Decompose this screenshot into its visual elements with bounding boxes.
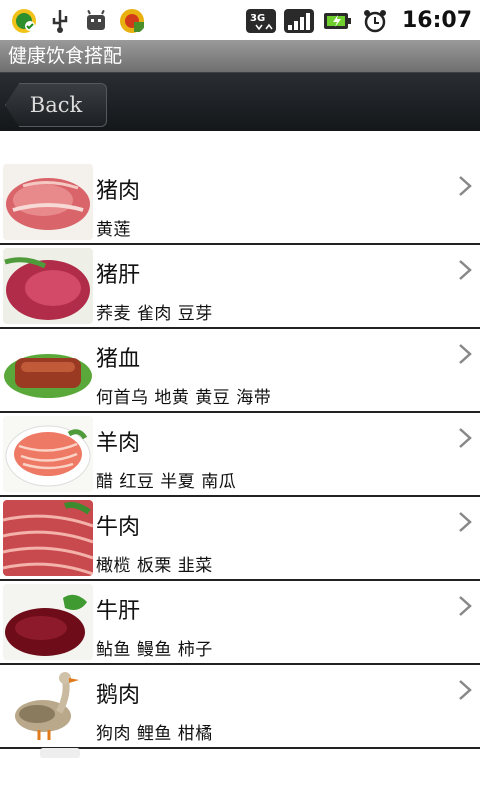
pork-photo: [3, 164, 93, 240]
food-list: 猪肉 黄莲 猪肝 荞麦 雀肉 豆芽 猪血 何首乌 地黄 黄豆 海带 羊肉 醋 红…: [0, 161, 480, 761]
bottom-blank-area: [0, 760, 480, 800]
list-item-pork[interactable]: 猪肉 黄莲: [0, 161, 480, 245]
chevron-right-icon: [459, 680, 472, 700]
food-pairings: 醋 红豆 半夏 南瓜: [96, 472, 237, 492]
android-debug-icon: [87, 9, 105, 30]
food-pairings: 荞麦 雀肉 豆芽: [96, 304, 213, 324]
app-title-bar: 健康饮食搭配: [0, 40, 480, 72]
svg-text:3G: 3G: [250, 13, 265, 24]
system-icons: 3G 16:07: [245, 8, 472, 33]
app-title: 健康饮食搭配: [8, 45, 123, 67]
network-3g-icon: 3G: [245, 8, 276, 33]
food-pairings: 黄莲: [96, 220, 131, 240]
notification-icons: [10, 8, 146, 34]
pig-blood-photo: [3, 332, 93, 408]
list-item-beef[interactable]: 牛肉 橄榄 板栗 韭菜: [0, 497, 480, 581]
pork-liver-photo: [3, 248, 93, 324]
food-name: 鹅肉: [96, 683, 141, 708]
chevron-right-icon: [459, 596, 472, 616]
mutton-photo: [3, 416, 93, 492]
chevron-right-icon: [459, 176, 472, 196]
chevron-right-icon: [459, 260, 472, 280]
chevron-right-icon: [459, 428, 472, 448]
app-notification-icon: [12, 9, 36, 33]
food-name: 羊肉: [96, 431, 141, 456]
list-item-mutton[interactable]: 羊肉 醋 红豆 半夏 南瓜: [0, 413, 480, 497]
goose-photo: [3, 668, 93, 744]
list-item-goose[interactable]: 鹅肉 狗肉 鲤鱼 柑橘: [0, 665, 480, 749]
sync-notification-icon: [120, 9, 144, 33]
food-pairings: 何首乌 地黄 黄豆 海带: [96, 388, 272, 408]
chevron-right-icon: [459, 344, 472, 364]
alarm-clock-icon: [363, 9, 386, 32]
food-name: 猪肉: [96, 179, 141, 204]
navigation-bar: Back: [0, 72, 480, 131]
status-bar: 3G 16:07: [0, 0, 480, 40]
chevron-right-icon: [459, 512, 472, 532]
food-pairings: 橄榄 板栗 韭菜: [96, 556, 213, 576]
food-name: 猪肝: [96, 263, 141, 288]
food-name: 牛肉: [96, 515, 141, 540]
list-item-beef-liver[interactable]: 牛肝 鲇鱼 鳗鱼 柿子: [0, 581, 480, 665]
list-item-pork-liver[interactable]: 猪肝 荞麦 雀肉 豆芽: [0, 245, 480, 329]
signal-strength-icon: [283, 8, 314, 33]
food-name: 牛肝: [96, 599, 141, 624]
list-item-pig-blood[interactable]: 猪血 何首乌 地黄 黄豆 海带: [0, 329, 480, 413]
beef-liver-photo: [3, 584, 93, 660]
food-pairings: 狗肉 鲤鱼 柑橘: [96, 724, 213, 744]
back-button[interactable]: Back: [5, 83, 107, 127]
clock-time: 16:07: [401, 8, 472, 33]
food-pairings: 鲇鱼 鳗鱼 柿子: [96, 640, 213, 660]
beef-photo: [3, 500, 93, 576]
battery-charging-icon: [323, 12, 351, 29]
usb-icon: [52, 10, 68, 33]
food-name: 猪血: [96, 347, 141, 372]
next-list-item-peek: [40, 748, 80, 758]
